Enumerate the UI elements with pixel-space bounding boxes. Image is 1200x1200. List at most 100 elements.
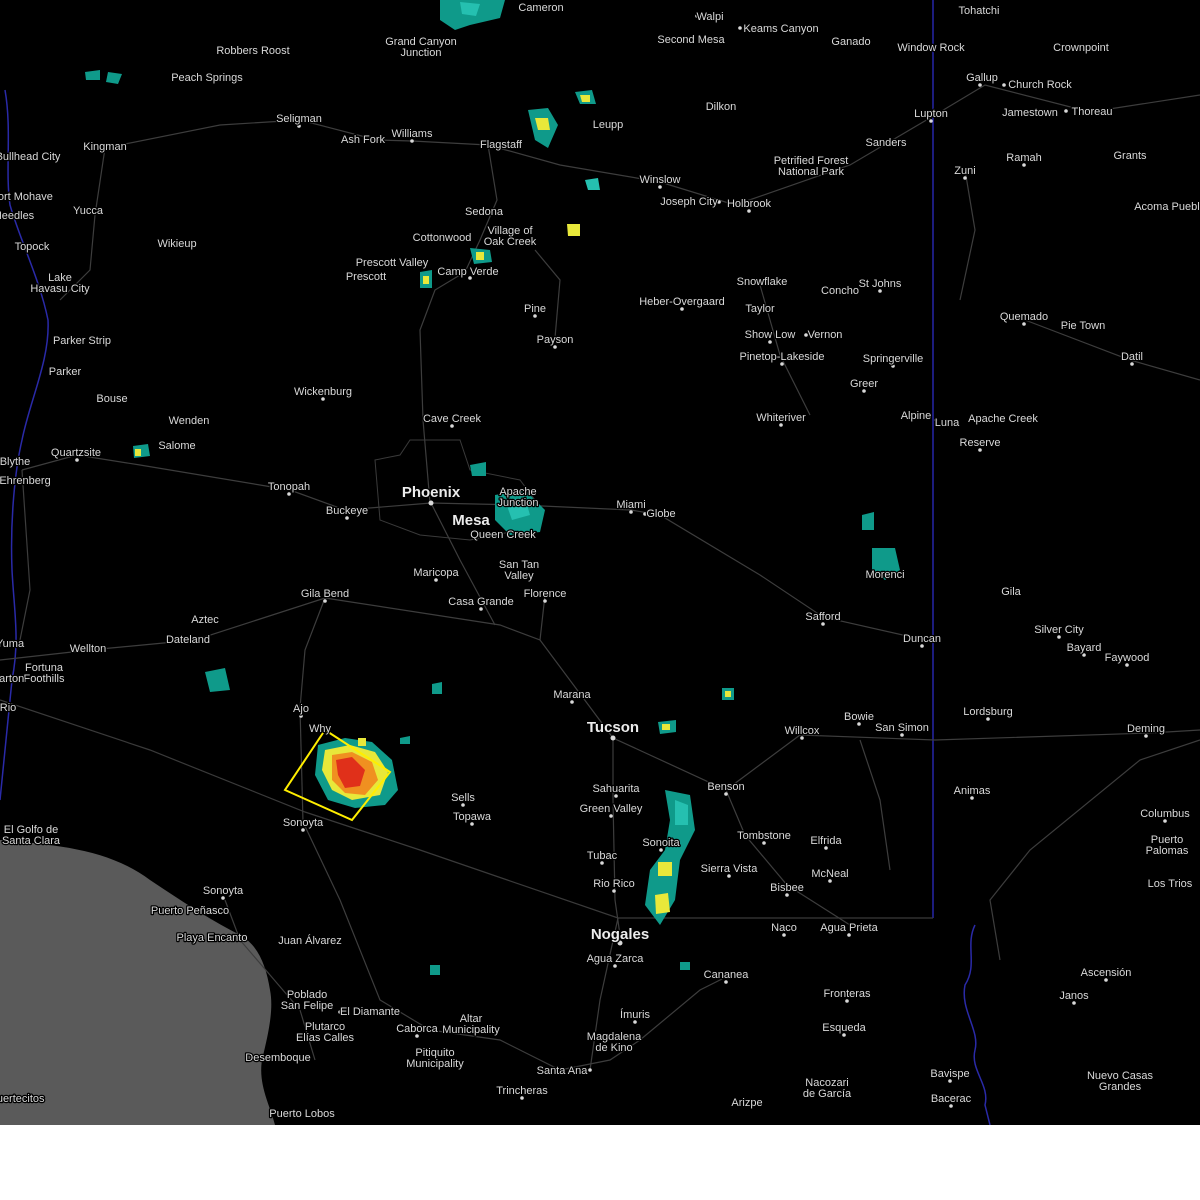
place-label: Tohatchi (959, 5, 1000, 17)
place-label: Havasu City (30, 283, 90, 295)
place-label: Pinetop-Lakeside (739, 351, 824, 363)
place-label: Sonoyta (203, 885, 244, 897)
place-label: Deming (1127, 723, 1165, 735)
place-label: Sonoyta (283, 817, 324, 829)
place-label: Safford (805, 611, 840, 623)
place-label: Pie Town (1061, 320, 1105, 332)
place-label: Williams (392, 128, 433, 140)
place-label: Cameron (518, 2, 563, 14)
place-label: Dateland (166, 634, 210, 646)
radar-echo (358, 738, 366, 746)
place-label: Caborca (396, 1023, 438, 1035)
place-label: Walpi (696, 11, 723, 23)
place-label: de García (803, 1088, 852, 1100)
place-label: National Park (778, 166, 845, 178)
radar-echo (423, 276, 429, 284)
place-label: Duncan (903, 633, 941, 645)
place-label: de Kino (595, 1042, 632, 1054)
place-label: Bisbee (770, 882, 804, 894)
radar-echo (680, 962, 690, 970)
place-label: Luna (935, 417, 960, 429)
place-label: Payson (537, 334, 574, 346)
place-label: Ehrenberg (0, 475, 51, 487)
place-label: Gallup (966, 72, 998, 84)
radar-echo (655, 893, 670, 914)
radar-echo (725, 691, 731, 697)
radar-echo (658, 862, 672, 876)
place-label: Fort Mohave (0, 191, 53, 203)
place-label: Bowie (844, 711, 874, 723)
radar-map[interactable]: Cameron Tohatchi Walpi Keams Canyon Second M… (0, 0, 1200, 1125)
place-label: Green Valley (580, 803, 643, 815)
place-label: Lordsburg (963, 706, 1013, 718)
place-label: Ganado (831, 36, 870, 48)
place-label: Casa Grande (448, 596, 513, 608)
radar-echo (862, 512, 874, 530)
place-label: Buckeye (326, 505, 368, 517)
place-marker (1002, 83, 1006, 87)
radar-echo (567, 224, 580, 236)
place-label: Taylor (745, 303, 775, 315)
place-label: Ajo (293, 703, 309, 715)
place-label: Crownpoint (1053, 42, 1109, 54)
place-label: Sedona (465, 206, 504, 218)
place-label: Oak Creek (484, 236, 537, 248)
place-label: Dilkon (706, 101, 737, 113)
place-label: Quemado (1000, 311, 1048, 323)
bottom-margin (0, 1125, 1200, 1200)
place-label: Animas (954, 785, 991, 797)
place-label: Peach Springs (171, 72, 243, 84)
place-label: El Diamante (340, 1006, 400, 1018)
place-label: Quartzsite (51, 447, 101, 459)
place-label: Nogales (591, 926, 649, 943)
place-label: Queen Creek (470, 529, 536, 541)
place-label: Sanders (866, 137, 907, 149)
place-label: Needles (0, 210, 35, 222)
place-label: Agua Prieta (820, 922, 878, 934)
place-label: Cave Creek (423, 413, 482, 425)
place-label: Vernon (808, 329, 843, 341)
place-label: Juan Álvarez (278, 934, 342, 947)
place-label: Keams Canyon (743, 23, 818, 35)
place-label: Gila Bend (301, 588, 349, 600)
place-label: McNeal (811, 868, 848, 880)
place-label: Flagstaff (480, 139, 523, 151)
place-label: Parker Strip (53, 335, 111, 347)
place-marker (610, 735, 616, 741)
place-label: Tubac (587, 850, 618, 862)
place-label: Lupton (914, 108, 948, 120)
place-label: Tonopah (268, 481, 310, 493)
place-label: Valley (504, 570, 534, 582)
place-label: Trincheras (496, 1085, 548, 1097)
place-label: Foothills (24, 673, 65, 685)
place-label: Bacerac (931, 1093, 972, 1105)
place-label: Janos (1059, 990, 1089, 1002)
place-label: Cananea (704, 969, 750, 981)
place-label: Naco (771, 922, 797, 934)
place-label: Morenci (865, 569, 904, 581)
place-label: Window Rock (897, 42, 965, 54)
place-label: Tombstone (737, 830, 791, 842)
place-label: Palomas (1146, 845, 1189, 857)
place-label: Seligman (276, 113, 322, 125)
place-label: Tucson (587, 719, 639, 736)
place-label: Desemboque (245, 1052, 310, 1064)
place-label: St Johns (859, 278, 902, 290)
radar-echo (476, 252, 484, 260)
place-label: Santa Clara (2, 835, 61, 847)
place-label: Zuni (954, 165, 975, 177)
place-label: Ash Fork (341, 134, 386, 146)
place-label: Rio (0, 702, 16, 714)
place-label: Puerto Lobos (269, 1108, 335, 1120)
radar-echo (135, 449, 141, 456)
place-label: Elías Calles (296, 1032, 355, 1044)
place-label: Esqueda (822, 1022, 866, 1034)
place-label: Willcox (785, 725, 820, 737)
place-label: Winslow (640, 174, 681, 186)
place-label: San Felipe (281, 1000, 334, 1012)
place-label: Camp Verde (437, 266, 498, 278)
place-label: Holbrook (727, 198, 772, 210)
place-label: Kingman (83, 141, 126, 153)
place-label: Church Rock (1008, 79, 1072, 91)
map-canvas[interactable]: Cameron Tohatchi Walpi Keams Canyon Second M… (0, 0, 1200, 1125)
